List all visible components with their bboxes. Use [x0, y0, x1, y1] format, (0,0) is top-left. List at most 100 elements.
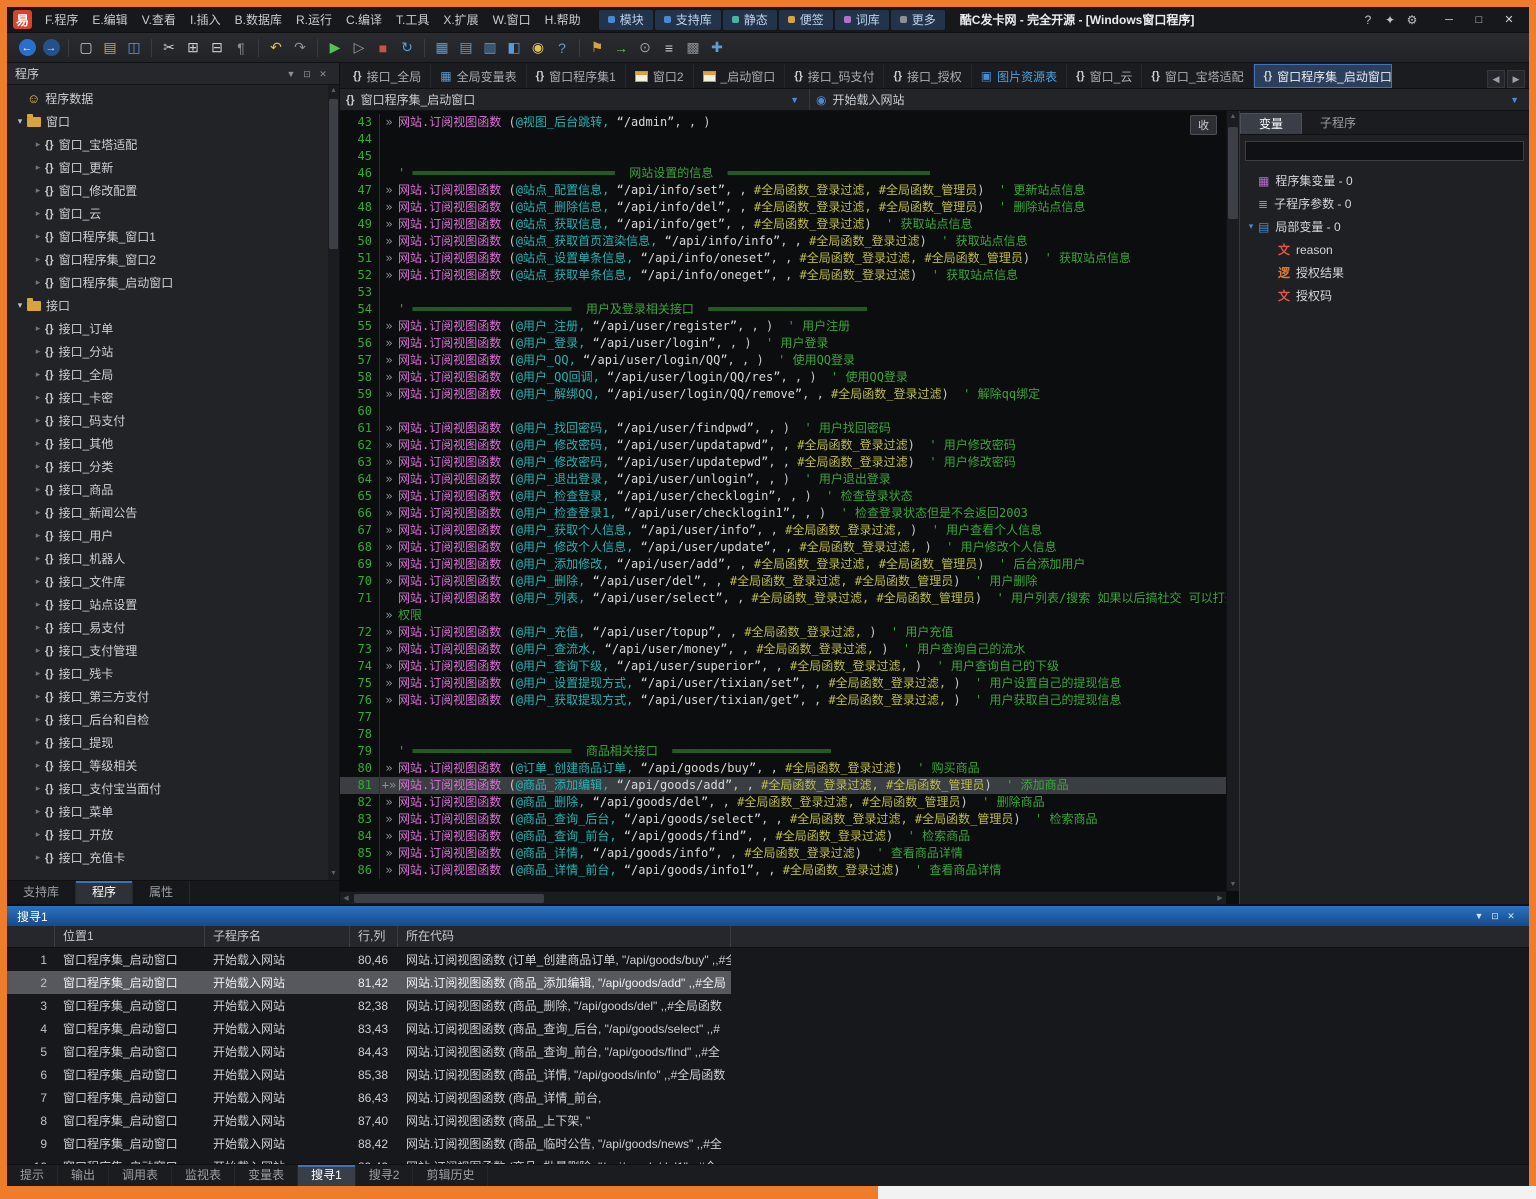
scroll-down-icon[interactable]: ▼ [1227, 879, 1239, 891]
code-line-52[interactable]: 52»网站.订阅视图函数 (@站点_获取单条信息, “/api/info/one… [340, 267, 1226, 284]
collapse-button[interactable]: 收 [1190, 115, 1217, 135]
code-line-76[interactable]: 76»网站.订阅视图函数 (@用户_获取提现方式, “/api/user/tix… [340, 692, 1226, 709]
forward-icon[interactable]: → [39, 36, 63, 60]
tree-item[interactable]: ▸{}接口_站点设置 [7, 593, 339, 616]
tree-item[interactable]: ▸{}接口_菜单 [7, 800, 339, 823]
code-line-58[interactable]: 58»网站.订阅视图函数 (@用户_QQ回调, “/api/user/login… [340, 369, 1226, 386]
code-line-55[interactable]: 55»网站.订阅视图函数 (@用户_注册, “/api/user/registe… [340, 318, 1226, 335]
file-tab[interactable]: {}接口_授权 [884, 64, 971, 88]
quick-menu-item[interactable]: 更多 [891, 10, 945, 30]
search-result-row[interactable]: 5窗口程序集_启动窗口开始载入网站84,43网站.订阅视图函数 (商品_查询_前… [7, 1040, 731, 1063]
quick-menu-item[interactable]: 词库 [835, 10, 889, 30]
tree-item[interactable]: ▸{}接口_卡密 [7, 386, 339, 409]
code-line-84[interactable]: 84»网站.订阅视图函数 (@商品_查询_前台, “/api/goods/fin… [340, 828, 1226, 845]
chevron-collapsed-icon[interactable]: ▸ [31, 691, 45, 702]
code-line-62[interactable]: 62»网站.订阅视图函数 (@用户_修改密码, “/api/user/updat… [340, 437, 1226, 454]
structure-icon[interactable]: ▩ [681, 36, 705, 60]
quick-menu-item[interactable]: 静态 [723, 10, 777, 30]
file-tab[interactable]: {}窗口_云 [1067, 64, 1142, 88]
run-icon[interactable]: ▶ [323, 36, 347, 60]
tree-item[interactable]: ▸{}接口_充值卡 [7, 846, 339, 869]
goto-icon[interactable]: → [609, 36, 633, 60]
back-icon[interactable]: ← [15, 36, 39, 60]
recompile-icon[interactable]: ↻ [395, 36, 419, 60]
chevron-expanded-icon[interactable]: ▾ [1244, 221, 1258, 232]
code-line-77[interactable]: 77 [340, 709, 1226, 726]
variables-tree-item[interactable]: 逻授权结果 [1240, 261, 1529, 284]
variables-tree-item[interactable]: 文reason [1240, 238, 1529, 261]
chevron-collapsed-icon[interactable]: ▸ [31, 645, 45, 656]
chevron-collapsed-icon[interactable]: ▸ [31, 438, 45, 449]
chevron-collapsed-icon[interactable]: ▸ [31, 668, 45, 679]
tabs-scroll-left[interactable]: ◀ [1487, 70, 1505, 88]
output-tab-搜寻2[interactable]: 搜寻2 [356, 1165, 414, 1186]
method-dropdown[interactable]: ◉ 开始载入网站 ▼ [810, 89, 1529, 110]
menu-item[interactable]: X.扩展 [436, 8, 485, 32]
redo-icon[interactable]: ↷ [288, 36, 312, 60]
code-editor[interactable]: 收 43»网站.订阅视图函数 (@视图_后台跳转, “/admin”, , ) 4… [340, 111, 1239, 904]
code-line-46[interactable]: 46' ════════════════════════════ 网站设置的信息… [340, 165, 1226, 182]
chevron-collapsed-icon[interactable]: ▸ [31, 622, 45, 633]
chevron-collapsed-icon[interactable]: ▸ [31, 737, 45, 748]
sidebar-tab-支持库[interactable]: 支持库 [7, 881, 76, 904]
format-icon[interactable]: ¶ [229, 36, 253, 60]
stop-icon[interactable]: ■ [371, 36, 395, 60]
code-line-82[interactable]: 82»网站.订阅视图函数 (@商品_删除, “/api/goods/del”, … [340, 794, 1226, 811]
chevron-collapsed-icon[interactable]: ▸ [31, 507, 45, 518]
chevron-collapsed-icon[interactable]: ▸ [31, 162, 45, 173]
code-line-67[interactable]: 67»网站.订阅视图函数 (@用户_获取个人信息, “/api/user/inf… [340, 522, 1226, 539]
chevron-collapsed-icon[interactable]: ▸ [31, 829, 45, 840]
tree-item[interactable]: ▸{}窗口_修改配置 [7, 179, 339, 202]
panel-menu-icon[interactable]: ▼ [283, 64, 299, 84]
chevron-collapsed-icon[interactable]: ▸ [31, 323, 45, 334]
chevron-collapsed-icon[interactable]: ▸ [31, 760, 45, 771]
file-tab[interactable]: ▣图片资源表 [972, 64, 1067, 88]
tree-item[interactable]: ▸{}窗口程序集_窗口1 [7, 225, 339, 248]
chevron-collapsed-icon[interactable]: ▸ [31, 553, 45, 564]
close-icon[interactable]: ✕ [315, 64, 331, 84]
file-tab[interactable]: _启动窗口 [694, 64, 786, 88]
code-line-56[interactable]: 56»网站.订阅视图函数 (@用户_登录, “/api/user/login”,… [340, 335, 1226, 352]
code-line-81[interactable]: 81+»网站.订阅视图函数 (@商品_添加编辑, “/api/goods/add… [340, 777, 1226, 794]
code-line-50[interactable]: 50»网站.订阅视图函数 (@站点_获取首页渲染信息, “/api/info/i… [340, 233, 1226, 250]
code-line-43[interactable]: 43»网站.订阅视图函数 (@视图_后台跳转, “/admin”, , ) [340, 114, 1226, 131]
output-tab-变量表[interactable]: 变量表 [235, 1165, 298, 1186]
tree-item[interactable]: ▸{}接口_机器人 [7, 547, 339, 570]
variables-tree-item[interactable]: ▾▤局部变量 - 0 [1240, 215, 1529, 238]
cut-icon[interactable]: ✂ [157, 36, 181, 60]
editor-hscrollbar[interactable]: ◀ ▶ [340, 891, 1226, 904]
quick-menu-item[interactable]: 模块 [599, 10, 653, 30]
variables-filter-input[interactable] [1245, 141, 1524, 161]
search-column-header[interactable]: 子程序名 [205, 926, 350, 947]
code-line-48[interactable]: 48»网站.订阅视图函数 (@站点_删除信息, “/api/info/del”,… [340, 199, 1226, 216]
code-line-83[interactable]: 83»网站.订阅视图函数 (@商品_查询_后台, “/api/goods/sel… [340, 811, 1226, 828]
menu-item[interactable]: E.编辑 [85, 8, 134, 32]
scroll-left-icon[interactable]: ◀ [340, 892, 352, 905]
tree-item[interactable]: ▸{}窗口程序集_启动窗口 [7, 271, 339, 294]
column-view-icon[interactable]: ▥ [478, 36, 502, 60]
search-result-row[interactable]: 6窗口程序集_启动窗口开始载入网站85,38网站.订阅视图函数 (商品_详情, … [7, 1063, 731, 1086]
chevron-down-icon[interactable]: ▼ [1506, 95, 1523, 105]
output-tab-搜寻1[interactable]: 搜寻1 [298, 1165, 356, 1186]
menu-item[interactable]: V.查看 [135, 8, 183, 32]
plugin-icon[interactable]: ✦ [1379, 10, 1401, 30]
undo-icon[interactable]: ↶ [264, 36, 288, 60]
scroll-right-icon[interactable]: ▶ [1214, 892, 1226, 905]
code-line-86[interactable]: 86»网站.订阅视图函数 (@商品_详情_前台, “/api/goods/inf… [340, 862, 1226, 879]
output-tab-输出[interactable]: 输出 [58, 1165, 109, 1186]
search-column-header[interactable]: 行,列 [350, 926, 398, 947]
code-line-wrap[interactable]: »权限 [340, 607, 1226, 624]
help-icon[interactable]: ? [1357, 10, 1379, 30]
chevron-expanded-icon[interactable]: ▾ [13, 116, 27, 127]
editor-vscrollbar[interactable]: ▲ ▼ [1226, 111, 1239, 891]
open-file-icon[interactable]: ▤ [98, 36, 122, 60]
variables-tree-item[interactable]: ▦程序集变量 - 0 [1240, 169, 1529, 192]
tree-item[interactable]: ▸{}接口_全局 [7, 363, 339, 386]
brackets-icon[interactable]: ≡ [657, 36, 681, 60]
code-line-85[interactable]: 85»网站.订阅视图函数 (@商品_详情, “/api/goods/info”,… [340, 845, 1226, 862]
scroll-up-icon[interactable]: ▲ [1227, 111, 1239, 123]
code-line-64[interactable]: 64»网站.订阅视图函数 (@用户_退出登录, “/api/user/unlog… [340, 471, 1226, 488]
output-tab-剪辑历史[interactable]: 剪辑历史 [413, 1165, 488, 1186]
tip-icon[interactable]: ◉ [526, 36, 550, 60]
code-line-60[interactable]: 60 [340, 403, 1226, 420]
